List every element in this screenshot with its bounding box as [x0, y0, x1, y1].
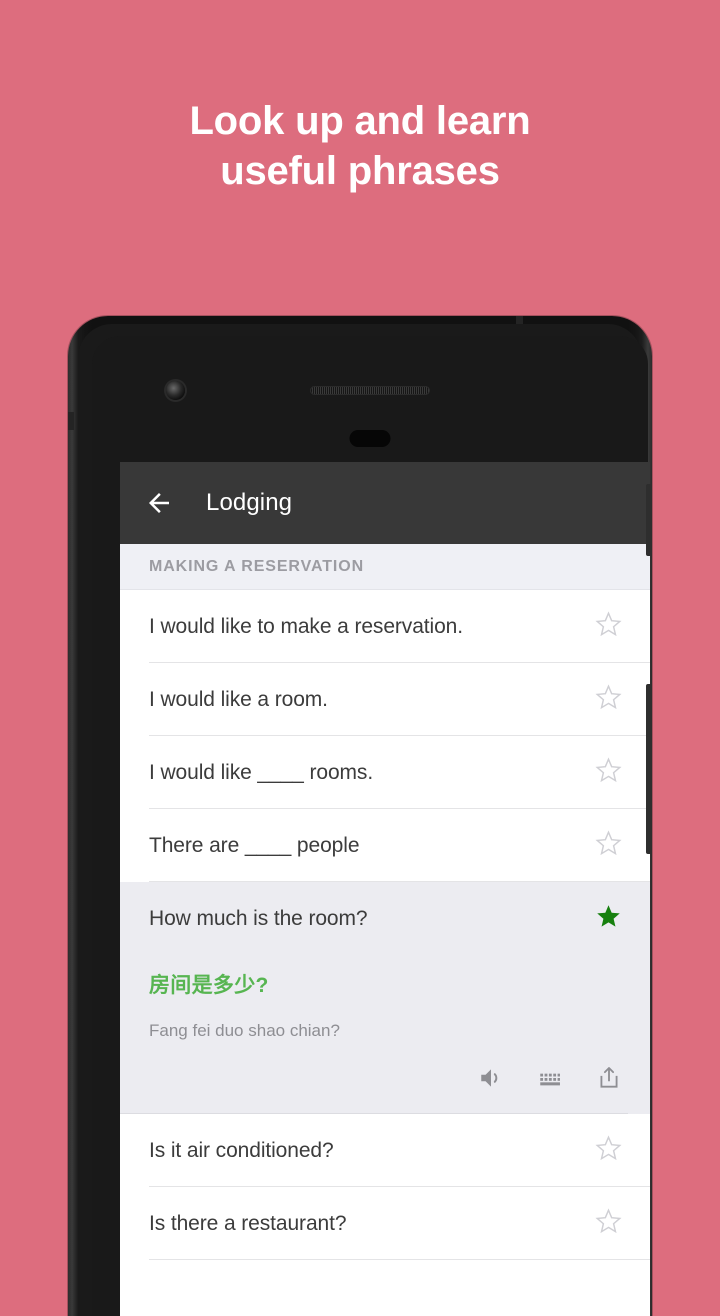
page-title: Lodging — [206, 489, 293, 516]
favorite-star-icon[interactable] — [595, 1134, 628, 1167]
phrase-text: There are ____ people — [149, 833, 360, 857]
device-face: Lodging MAKING A RESERVATION I would lik… — [92, 336, 650, 1316]
expanded-phrase-card[interactable]: How much is the room? 房间是多少? Fang fei du… — [120, 882, 650, 1114]
volume-button[interactable] — [646, 684, 652, 854]
phrase-romanization: Fang fei duo shao chian? — [149, 1021, 340, 1040]
promo-headline-line-1: Look up and learn — [189, 99, 531, 143]
row-divider — [149, 1259, 650, 1260]
favorite-star-icon[interactable] — [595, 610, 628, 643]
favorite-star-icon[interactable] — [595, 1207, 628, 1240]
phrase-text: Is there a restaurant? — [149, 1211, 347, 1235]
phone-device: Lodging MAKING A RESERVATION I would lik… — [68, 316, 652, 1316]
phrase-text: I would like to make a reservation. — [149, 614, 463, 638]
phrase-text: Is it air conditioned? — [149, 1138, 334, 1162]
section-header-label: MAKING A RESERVATION — [149, 557, 365, 575]
power-button[interactable] — [646, 484, 652, 556]
proximity-sensor-icon — [349, 430, 391, 447]
section-header: MAKING A RESERVATION — [120, 544, 650, 590]
list-item[interactable]: I would like to make a reservation. — [120, 590, 650, 663]
promo-headline-line-2: useful phrases — [220, 149, 500, 193]
earpiece-speaker-icon — [310, 386, 430, 395]
promo-headline: Look up and learn useful phrases — [0, 96, 720, 196]
favorite-star-icon[interactable] — [595, 756, 628, 789]
list-item[interactable]: I would like a room. — [120, 663, 650, 736]
expanded-phrase-header: How much is the room? — [120, 882, 628, 955]
phrase-text: How much is the room? — [149, 906, 368, 930]
antenna-band-left — [68, 412, 74, 430]
list-item[interactable]: Is it air conditioned? — [120, 1114, 650, 1187]
favorite-star-icon[interactable] — [595, 903, 628, 935]
app-bar: Lodging — [120, 462, 650, 544]
list-item[interactable]: I would like ____ rooms. — [120, 736, 650, 809]
device-bezel: Lodging MAKING A RESERVATION I would lik… — [78, 324, 650, 1316]
list-item[interactable]: There are ____ people — [120, 809, 650, 882]
list-item[interactable]: Is there a restaurant? — [120, 1187, 650, 1260]
phrase-translation: 房间是多少? — [149, 974, 269, 997]
phrase-text: I would like ____ rooms. — [149, 760, 374, 784]
favorite-star-icon[interactable] — [595, 683, 628, 716]
favorite-star-icon[interactable] — [595, 829, 628, 862]
phrase-text: I would like a room. — [149, 687, 328, 711]
front-camera-icon — [166, 381, 185, 400]
phrase-list: I would like to make a reservation. I wo… — [120, 590, 650, 1260]
app-screen: Lodging MAKING A RESERVATION I would lik… — [120, 462, 650, 1316]
phrase-actions — [120, 1041, 628, 1113]
speaker-icon[interactable] — [478, 1065, 504, 1091]
keyboard-icon[interactable] — [537, 1065, 563, 1091]
share-icon[interactable] — [596, 1065, 622, 1091]
arrow-back-icon[interactable] — [144, 488, 174, 518]
